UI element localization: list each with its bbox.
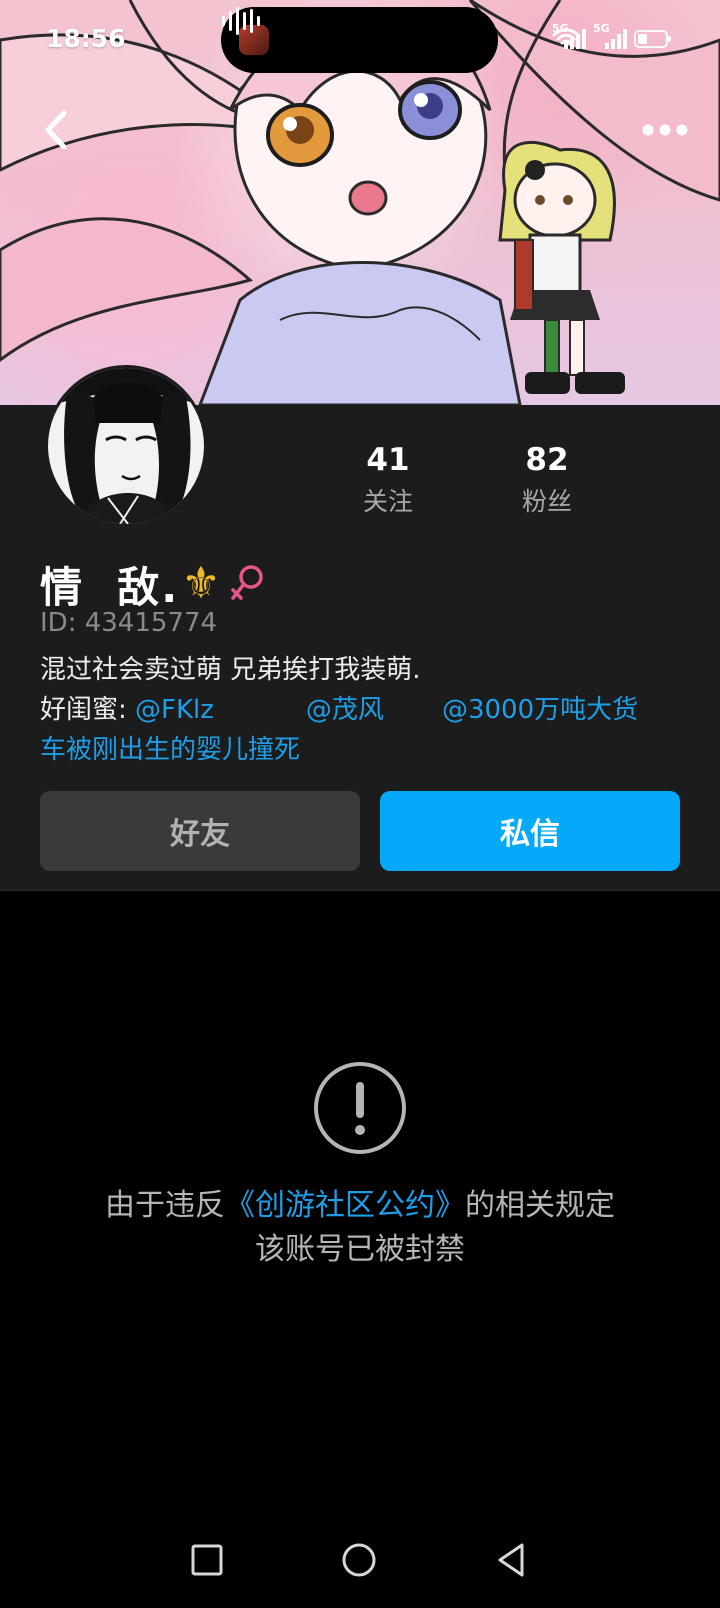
user-id: ID: 43415774 xyxy=(40,608,218,638)
followers-count: 82 xyxy=(525,442,569,478)
circle-icon xyxy=(342,1543,376,1577)
cellular-signal-1: 5G xyxy=(552,22,586,51)
more-options-button[interactable] xyxy=(640,112,690,148)
following-count: 41 xyxy=(366,442,410,478)
friend-button[interactable]: 好友 xyxy=(40,791,360,871)
message-button[interactable]: 私信 xyxy=(380,791,680,871)
back-button[interactable] xyxy=(36,105,76,155)
following-stat[interactable]: 41 关注 xyxy=(318,440,458,520)
ban-line-2: 该账号已被封禁 xyxy=(255,1232,465,1267)
cellular-signal-2: 5G xyxy=(593,22,627,51)
home-button[interactable] xyxy=(329,1530,389,1590)
followers-stat[interactable]: 82 粉丝 xyxy=(477,440,617,520)
system-navigation-bar xyxy=(0,1530,720,1608)
battery-icon xyxy=(634,30,671,48)
ban-line-1: 由于违反《创游社区公约》的相关规定 xyxy=(0,1184,720,1228)
dynamic-island[interactable] xyxy=(221,7,498,73)
ban-text-before: 由于违反 xyxy=(105,1188,225,1223)
status-time: 18:56 xyxy=(46,24,126,53)
avatar-image xyxy=(48,368,204,524)
following-label: 关注 xyxy=(362,487,413,516)
chevron-left-icon xyxy=(45,110,67,150)
display-name: 情 敌. xyxy=(40,562,180,612)
more-dots-icon xyxy=(642,124,688,136)
mention-link-3[interactable]: @3000万吨大货 xyxy=(442,695,638,725)
square-icon xyxy=(191,1544,223,1576)
signal-bars-icon xyxy=(564,29,586,49)
ban-notice: 由于违反《创游社区公约》的相关规定 该账号已被封禁 xyxy=(0,1060,720,1272)
bio-line-1: 混过社会卖过萌 兄弟挨打我装萌. xyxy=(40,655,421,685)
fleur-de-lis-emblem: ⚜ xyxy=(181,558,221,609)
back-nav-button[interactable] xyxy=(482,1530,542,1590)
recent-apps-button[interactable] xyxy=(177,1530,237,1590)
name-row: 情 敌. ⚜ xyxy=(40,554,267,614)
triangle-back-icon xyxy=(498,1543,524,1577)
profile-banner: 18:56 5G 5G xyxy=(0,0,720,405)
bio-line-2: 好闺蜜: @FKlz @茂风 @3000万吨大货 xyxy=(40,690,680,730)
avatar[interactable] xyxy=(45,365,207,527)
followers-label: 粉丝 xyxy=(521,487,572,516)
status-icons: 5G 5G xyxy=(552,22,671,51)
mention-link-2[interactable]: @茂风 xyxy=(306,695,384,725)
mention-link-3-continued[interactable]: 车被刚出生的婴儿撞死 xyxy=(40,730,680,770)
status-bar: 18:56 5G 5G xyxy=(0,0,720,80)
audio-wave-icon xyxy=(222,7,260,35)
ban-message: 由于违反《创游社区公约》的相关规定 该账号已被封禁 xyxy=(0,1184,720,1272)
mention-link-1[interactable]: @FKlz xyxy=(135,695,214,725)
female-icon xyxy=(230,565,263,600)
ban-text-after: 的相关规定 xyxy=(465,1188,615,1223)
bio-prefix: 好闺蜜: xyxy=(40,695,136,725)
community-guidelines-link[interactable]: 《创游社区公约》 xyxy=(225,1188,465,1223)
signal-bars-icon xyxy=(605,29,627,49)
exclamation-circle-icon xyxy=(314,1062,406,1154)
bio: 混过社会卖过萌 兄弟挨打我装萌. 好闺蜜: @FKlz @茂风 @3000万吨大货 … xyxy=(40,650,680,770)
